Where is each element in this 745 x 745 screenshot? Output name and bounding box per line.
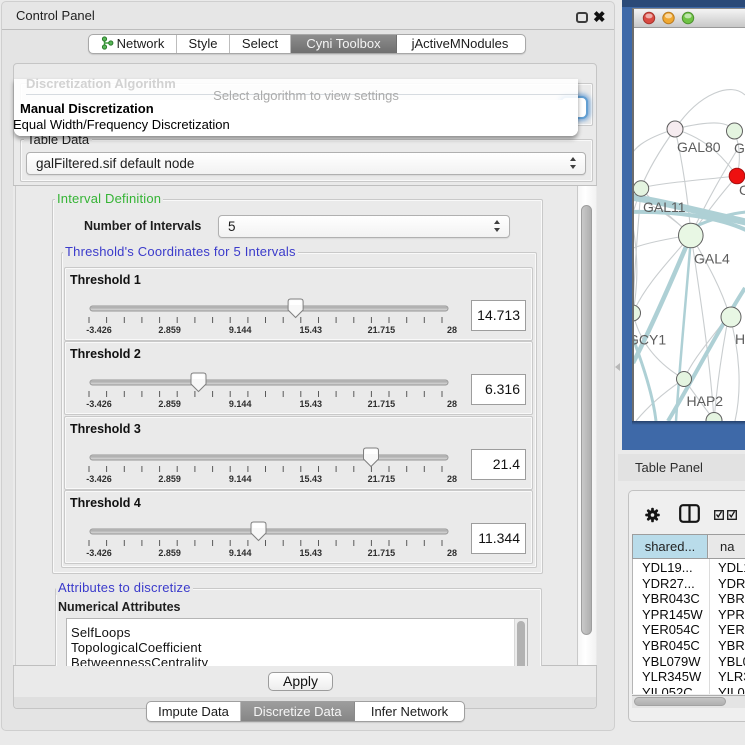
svg-text:GAL80: GAL80	[677, 139, 721, 155]
svg-text:C: C	[739, 182, 745, 198]
svg-text:GCY1: GCY1	[634, 332, 666, 348]
svg-text:H: H	[735, 331, 745, 347]
svg-text:GA: GA	[734, 140, 745, 156]
svg-text:GAL11: GAL11	[643, 199, 686, 215]
svg-text:HAP2: HAP2	[687, 393, 724, 409]
svg-text:GAL4: GAL4	[694, 251, 730, 267]
